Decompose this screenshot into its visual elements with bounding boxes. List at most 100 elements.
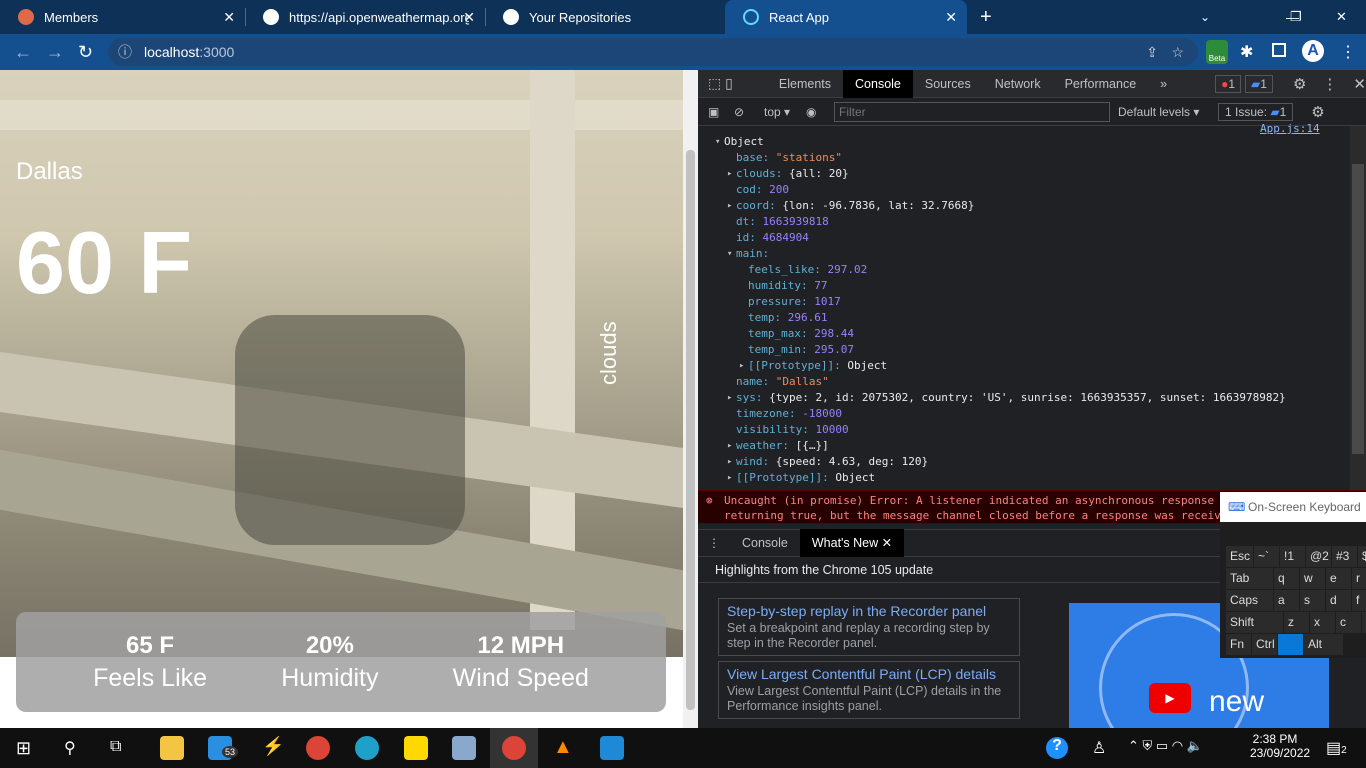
whats-new-card[interactable]: Step-by-step replay in the Recorder pane… <box>718 598 1020 656</box>
task-view-icon[interactable]: ⧉ <box>110 738 121 756</box>
key[interactable]: Fn <box>1226 634 1251 655</box>
console-line[interactable]: ▸ [[Prototype]]: Object <box>727 470 875 486</box>
forward-icon[interactable]: → <box>46 42 64 63</box>
people-icon[interactable]: ♙ <box>1092 738 1106 758</box>
console-line[interactable]: ▾ Object <box>715 134 764 150</box>
vscode-icon[interactable] <box>600 736 624 760</box>
restore-button[interactable]: ❐ <box>1272 0 1302 34</box>
tab-repositories[interactable]: Your Repositories <box>485 0 725 34</box>
remote-desktop-icon[interactable] <box>452 736 476 760</box>
close-icon[interactable]: ✕ <box>463 9 475 26</box>
close-icon[interactable]: ✕ <box>223 9 235 26</box>
close-devtools-icon[interactable]: ✕ <box>1353 75 1366 93</box>
source-link[interactable]: App.js:14 <box>1260 122 1320 135</box>
clear-console-icon[interactable]: ⊘ <box>734 105 764 119</box>
tab-members[interactable]: Members ✕ <box>0 0 245 34</box>
card-title[interactable]: Step-by-step replay in the Recorder pane… <box>727 603 1011 619</box>
tab-network[interactable]: Network <box>983 70 1053 98</box>
console-line[interactable]: ▸ [[Prototype]]: Object <box>739 358 887 374</box>
reload-icon[interactable]: ↻ <box>78 42 93 63</box>
key[interactable]: x <box>1310 612 1335 633</box>
clock[interactable]: 2:38 PM 23/09/2022 <box>1250 732 1310 760</box>
key[interactable]: Esc <box>1226 546 1253 567</box>
key[interactable]: w <box>1300 568 1325 589</box>
bookmark-star-icon[interactable]: ☆ <box>1171 38 1184 66</box>
drawer-menu-icon[interactable]: ⋮ <box>698 536 730 550</box>
close-icon[interactable]: ✕ <box>945 9 957 26</box>
console-line[interactable]: ▸ sys: {type: 2, id: 2075302, country: 'U… <box>727 390 1286 406</box>
key[interactable]: z <box>1284 612 1309 633</box>
key[interactable]: #3 <box>1332 546 1357 567</box>
window-close-button[interactable]: ✕ <box>1318 0 1347 34</box>
edge-icon[interactable] <box>355 736 379 760</box>
expand-arrow-icon[interactable]: ▾ <box>715 134 720 150</box>
key[interactable]: Shift <box>1226 612 1283 633</box>
search-icon[interactable]: ⚲ <box>64 738 76 758</box>
windows-key[interactable] <box>1278 634 1303 655</box>
expand-arrow-icon[interactable]: ▸ <box>727 454 732 470</box>
tab-performance[interactable]: Performance <box>1053 70 1149 98</box>
extension-beta-icon[interactable]: Beta <box>1206 40 1228 64</box>
tab-openweathermap[interactable]: https://api.openweathermap.org/✕ <box>245 0 485 34</box>
file-explorer-icon[interactable] <box>160 736 184 760</box>
help-icon[interactable]: ? <box>1046 737 1068 759</box>
expand-arrow-icon[interactable]: ▾ <box>727 246 732 262</box>
console-line[interactable]: ▸ weather: [{…}] <box>727 438 829 454</box>
key[interactable]: s <box>1300 590 1325 611</box>
drawer-tab-console[interactable]: Console <box>730 529 800 557</box>
tab-elements[interactable]: Elements <box>767 70 843 98</box>
key[interactable]: Tab <box>1226 568 1273 589</box>
console-line[interactable]: ▸ clouds: {all: 20} <box>727 166 849 182</box>
console-line[interactable]: ▾ main: <box>727 246 769 262</box>
avatar[interactable]: A <box>1302 40 1324 62</box>
card-title[interactable]: View Largest Contentful Paint (LCP) deta… <box>727 666 1011 682</box>
key[interactable]: a <box>1274 590 1299 611</box>
key[interactable]: ~` <box>1254 546 1279 567</box>
key[interactable]: @2 <box>1306 546 1331 567</box>
whats-new-card[interactable]: View Largest Contentful Paint (LCP) deta… <box>718 661 1020 719</box>
expand-arrow-icon[interactable]: ▸ <box>727 166 732 182</box>
expand-arrow-icon[interactable]: ▸ <box>727 470 732 486</box>
sidebar-toggle-icon[interactable]: ▣ <box>698 105 734 119</box>
back-icon[interactable]: ← <box>14 42 32 63</box>
url-input[interactable]: ⓘ localhost:3000 ⇪ ☆ <box>108 38 1198 66</box>
expand-arrow-icon[interactable]: ▸ <box>727 390 732 406</box>
vlc-icon[interactable]: ▲ <box>553 736 573 759</box>
sticky-notes-icon[interactable] <box>404 736 428 760</box>
expand-arrow-icon[interactable]: ▸ <box>727 198 732 214</box>
page-scrollbar[interactable] <box>683 70 698 728</box>
new-tab-button[interactable]: + <box>962 0 992 34</box>
key[interactable]: c <box>1336 612 1361 633</box>
live-expression-icon[interactable]: ◉ <box>806 105 834 119</box>
start-icon[interactable]: ⊞ <box>16 738 31 759</box>
tab-console[interactable]: Console <box>843 69 913 98</box>
key[interactable]: d <box>1326 590 1351 611</box>
mail-icon[interactable]: 53 <box>208 736 239 760</box>
error-count-badge[interactable]: ●1 <box>1215 74 1242 93</box>
key[interactable]: f <box>1352 590 1366 611</box>
chrome-icon[interactable] <box>306 736 330 760</box>
log-levels-dropdown[interactable]: Default levels ▾ <box>1118 105 1218 119</box>
key[interactable]: $4 <box>1358 546 1366 567</box>
expand-arrow-icon[interactable]: ▸ <box>727 438 732 454</box>
key[interactable]: e <box>1326 568 1351 589</box>
notifications-icon[interactable]: ▤2 <box>1326 738 1347 758</box>
more-options-icon[interactable]: ⋮ <box>1322 75 1337 93</box>
key[interactable]: Alt <box>1304 634 1343 655</box>
tray-icons[interactable]: ⌃ ⛨ ▭ ◠ 🔈 <box>1128 738 1203 754</box>
settings-icon[interactable]: ⚙ <box>1293 75 1306 93</box>
drawer-tab-whats-new[interactable]: What's New ✕ <box>799 529 905 557</box>
share-icon[interactable]: ⇪ <box>1146 38 1158 66</box>
youtube-play-icon[interactable]: ▶ <box>1149 683 1191 713</box>
menu-icon[interactable]: ⋮ <box>1340 42 1356 62</box>
side-panel-icon[interactable] <box>1272 43 1286 57</box>
console-scrollbar[interactable] <box>1350 126 1366 490</box>
console-line[interactable]: ▸ wind: {speed: 4.63, deg: 120} <box>727 454 928 470</box>
key[interactable]: v <box>1362 612 1366 633</box>
app-icon[interactable]: ⚡ <box>262 736 284 757</box>
key[interactable]: r <box>1352 568 1366 589</box>
context-selector[interactable]: top ▾ <box>764 105 806 119</box>
tab-search-icon[interactable]: ⌄ <box>1182 0 1210 34</box>
chrome-profile-taskbar-button[interactable] <box>490 728 538 768</box>
console-line[interactable]: ▸ coord: {lon: -96.7836, lat: 32.7668} <box>727 198 974 214</box>
